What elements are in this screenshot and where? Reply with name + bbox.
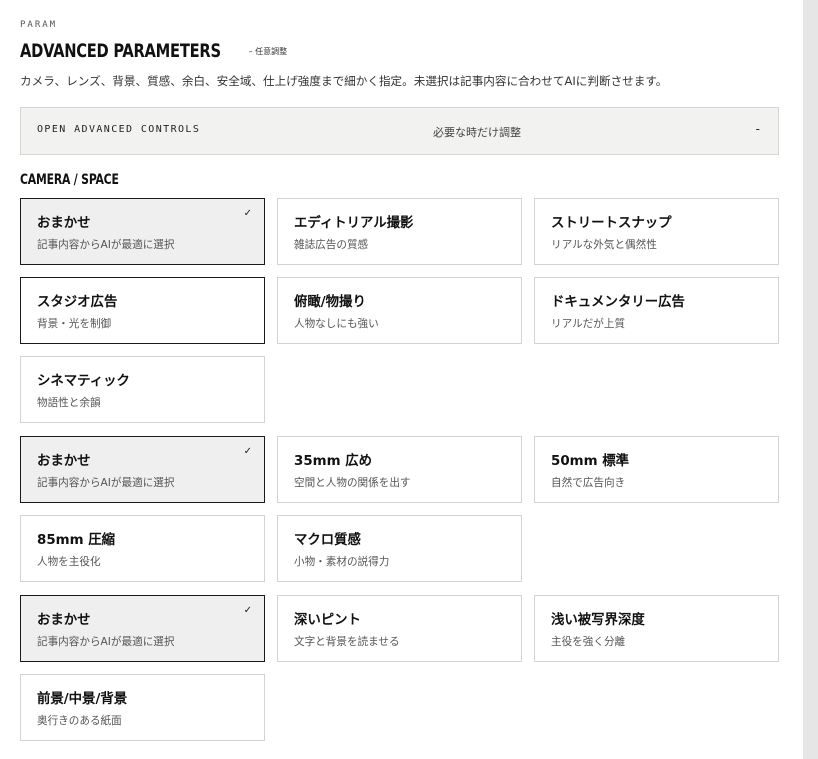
camera-style-options: おまかせ 記事内容からAIが最適に選択 ✓ エディトリアル撮影 雑誌広告の質感 ストリート… — [20, 198, 779, 423]
option-name: シネマティック — [37, 374, 130, 389]
option-card[interactable]: 深いピント文字と背景を読ませる — [277, 595, 522, 662]
title-row: ADVANCED PARAMETERS – 任意調整 — [20, 40, 287, 62]
option-card[interactable]: エディトリアル撮影 雑誌広告の質感 — [277, 198, 522, 265]
option-description: 主役を強く分離 — [551, 636, 626, 648]
section-kicker: PARAM — [20, 20, 58, 30]
page-description: カメラ、レンズ、背景、質感、余白、安全域、仕上げ強度まで細かく指定。未選択は記事… — [20, 74, 668, 88]
lens-options: おまかせ 記事内容からAIが最適に選択 ✓ 35mm 広め 空間と人物の関係を出す 50m… — [20, 436, 779, 582]
option-name: 50mm 標準 — [551, 454, 629, 469]
option-description: 雑誌広告の質感 — [294, 239, 369, 251]
option-description: 小物・素材の説得力 — [294, 556, 390, 568]
option-name: スタジオ広告 — [37, 295, 118, 310]
option-card[interactable]: 35mm 広め空間と人物の関係を出す — [277, 436, 522, 503]
option-card[interactable]: 85mm 圧縮 人物を主役化 — [20, 515, 265, 582]
option-card[interactable]: 50mm 標準 自然で広告向き — [534, 436, 779, 503]
option-description: 奥行きのある紙面 — [37, 715, 122, 727]
option-card[interactable]: ストリートスナップ リアルな外気と偶然性 — [534, 198, 779, 265]
scrollbar[interactable] — [803, 0, 818, 759]
option-name: おまかせ — [37, 216, 91, 231]
option-description: 人物なしにも強い — [294, 318, 379, 330]
option-card[interactable]: シネマティック 物語性と余韻 — [20, 356, 265, 423]
advanced-controls-hint: 必要な時だけ調整 — [433, 126, 521, 139]
option-name: 俯瞰/物撮り — [294, 295, 366, 310]
collapse-toggle-icon: - — [755, 122, 760, 136]
depth-of-field-options: おまかせ 記事内容からAIが最適に選択 ✓ 深いピント 文字と背景を読ませる 浅い被写界深… — [20, 595, 779, 741]
option-description: 人物を主役化 — [37, 556, 101, 568]
option-card[interactable]: 前景/中景/背景 奥行きのある紙面 — [20, 674, 265, 741]
option-description: 空間と人物の関係を出す — [294, 477, 411, 489]
option-name: 浅い被写界深度 — [551, 613, 645, 628]
option-description: 文字と背景を読ませる — [294, 636, 400, 648]
option-card[interactable]: おまかせ記事内容からAIが最適に選択 ✓ — [20, 595, 265, 662]
option-card[interactable]: マクロ質感小物・素材の説得力 — [277, 515, 522, 582]
option-card[interactable]: 浅い被写界深度 主役を強く分離 — [534, 595, 779, 662]
option-card[interactable]: おまかせ記事内容からAIが最適に選択 ✓ — [20, 198, 265, 265]
option-card[interactable]: おまかせ記事内容からAIが最適に選択 ✓ — [20, 436, 265, 503]
option-description: 背景・光を制御 — [37, 318, 112, 330]
scrollbar-thumb[interactable] — [803, 0, 818, 759]
section-title-camera-space: CAMERA / SPACE — [20, 172, 119, 188]
page-title: ADVANCED PARAMETERS — [20, 40, 221, 62]
option-description: 自然で広告向き — [551, 477, 626, 489]
option-description: リアルな外気と偶然性 — [551, 239, 657, 251]
option-name: 深いピント — [294, 613, 361, 628]
option-description: リアルだが上質 — [551, 318, 626, 330]
option-name: ストリートスナップ — [551, 216, 672, 231]
page-subtitle: – 任意調整 — [248, 47, 288, 56]
option-name: 35mm 広め — [294, 454, 372, 469]
option-description: 記事内容からAIが最適に選択 — [37, 477, 175, 489]
option-card[interactable]: スタジオ広告 背景・光を制御 — [20, 277, 265, 344]
option-description: 物語性と余韻 — [37, 397, 101, 409]
checkmark-icon: ✓ — [243, 446, 252, 457]
open-advanced-controls-button[interactable]: OPEN ADVANCED CONTROLS 必要な時だけ調整 - — [20, 107, 779, 155]
option-card[interactable]: 俯瞰/物撮り人物なしにも強い — [277, 277, 522, 344]
checkmark-icon: ✓ — [243, 605, 252, 616]
option-name: おまかせ — [37, 613, 91, 628]
option-name: おまかせ — [37, 454, 91, 469]
option-name: 前景/中景/背景 — [37, 692, 128, 707]
option-name: エディトリアル撮影 — [294, 216, 414, 231]
option-description: 記事内容からAIが最適に選択 — [37, 636, 175, 648]
option-name: マクロ質感 — [294, 533, 361, 548]
option-name: ドキュメンタリー広告 — [551, 295, 685, 310]
checkmark-icon: ✓ — [243, 208, 252, 219]
option-description: 記事内容からAIが最適に選択 — [37, 239, 175, 251]
option-card[interactable]: ドキュメンタリー広告 リアルだが上質 — [534, 277, 779, 344]
advanced-controls-label: OPEN ADVANCED CONTROLS — [37, 124, 201, 135]
option-name: 85mm 圧縮 — [37, 533, 115, 548]
